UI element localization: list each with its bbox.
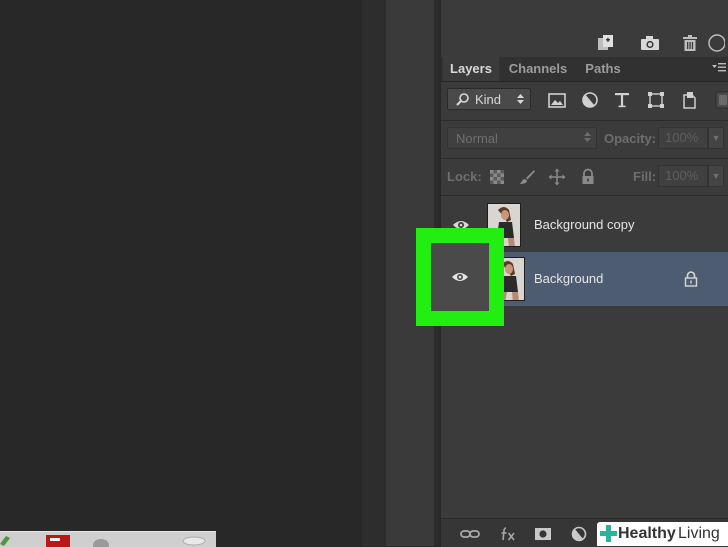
divider [441, 120, 728, 121]
layer-name: Background copy [534, 216, 635, 232]
panel-tabs: Layers Channels Paths [441, 57, 728, 82]
expand-icon[interactable] [705, 33, 725, 53]
document-canvas[interactable] [0, 0, 362, 546]
divider [441, 195, 728, 196]
type-filter-icon[interactable] [612, 90, 632, 110]
tab-layers[interactable]: Layers [443, 57, 499, 81]
fill-dropdown-button[interactable]: ▼ [708, 165, 724, 187]
blend-mode-value: Normal [456, 131, 498, 146]
watermark-brand-light: Living [678, 525, 720, 542]
green-app-icon[interactable] [0, 534, 10, 546]
kind-filter-label: Kind [475, 92, 502, 107]
filter-toggle-icon[interactable] [713, 90, 728, 110]
watermark-brand-bold: Healthy [618, 525, 676, 542]
layer-name: Background [534, 271, 604, 286]
red-app-icon[interactable] [44, 533, 72, 547]
select-arrows-icon [584, 132, 591, 142]
lock-transparent-pixels-icon[interactable] [488, 168, 506, 186]
fill-label: Fill: [633, 169, 657, 184]
lock-position-icon[interactable] [548, 168, 566, 186]
tab-paths[interactable]: Paths [577, 57, 629, 81]
blend-row: Normal Opacity: 100% ▼ [441, 127, 728, 151]
fill-field[interactable]: 100% [658, 165, 708, 187]
opacity-field[interactable]: 100% [658, 127, 708, 149]
brand-watermark: Healthy Living [597, 522, 728, 546]
tab-channels[interactable]: Channels [501, 57, 575, 81]
lock-image-pixels-icon[interactable] [518, 168, 536, 186]
grey-app-icon[interactable] [92, 536, 110, 547]
panel-menu-icon[interactable] [712, 61, 726, 75]
adjustment-filter-icon[interactable] [580, 90, 600, 110]
plus-logo-icon [600, 525, 617, 542]
opacity-dropdown-button[interactable]: ▼ [708, 127, 724, 149]
blend-mode-select[interactable]: Normal [447, 127, 597, 149]
layer-filter-row: Kind [441, 86, 728, 114]
lock-label: Lock: [447, 169, 482, 184]
trash-icon[interactable] [679, 33, 701, 53]
highlight-box [416, 228, 504, 326]
layer-mask-icon[interactable] [534, 525, 552, 543]
link-layers-icon[interactable] [459, 525, 481, 543]
fx-icon[interactable] [499, 525, 517, 543]
new-adjustment-layer-icon[interactable] [570, 525, 588, 543]
lock-row: Lock: Fill: 100% ▼ [441, 165, 728, 189]
shape-filter-icon[interactable] [646, 90, 666, 110]
opacity-label: Opacity: [604, 131, 657, 146]
divider [441, 158, 728, 159]
panel-top-toolbar [441, 30, 728, 56]
disk-app-icon[interactable] [182, 535, 206, 547]
new-document-icon[interactable] [595, 33, 617, 53]
search-icon [456, 93, 469, 106]
camera-icon[interactable] [639, 33, 661, 53]
canvas-scrollbar[interactable] [362, 0, 386, 546]
pixel-filter-icon[interactable] [547, 90, 567, 110]
smart-object-filter-icon[interactable] [679, 90, 699, 110]
kind-filter-select[interactable]: Kind [447, 88, 531, 110]
os-taskbar [0, 531, 216, 547]
select-arrows-icon [517, 94, 524, 104]
lock-all-icon[interactable] [579, 168, 597, 186]
lock-icon [684, 271, 698, 287]
